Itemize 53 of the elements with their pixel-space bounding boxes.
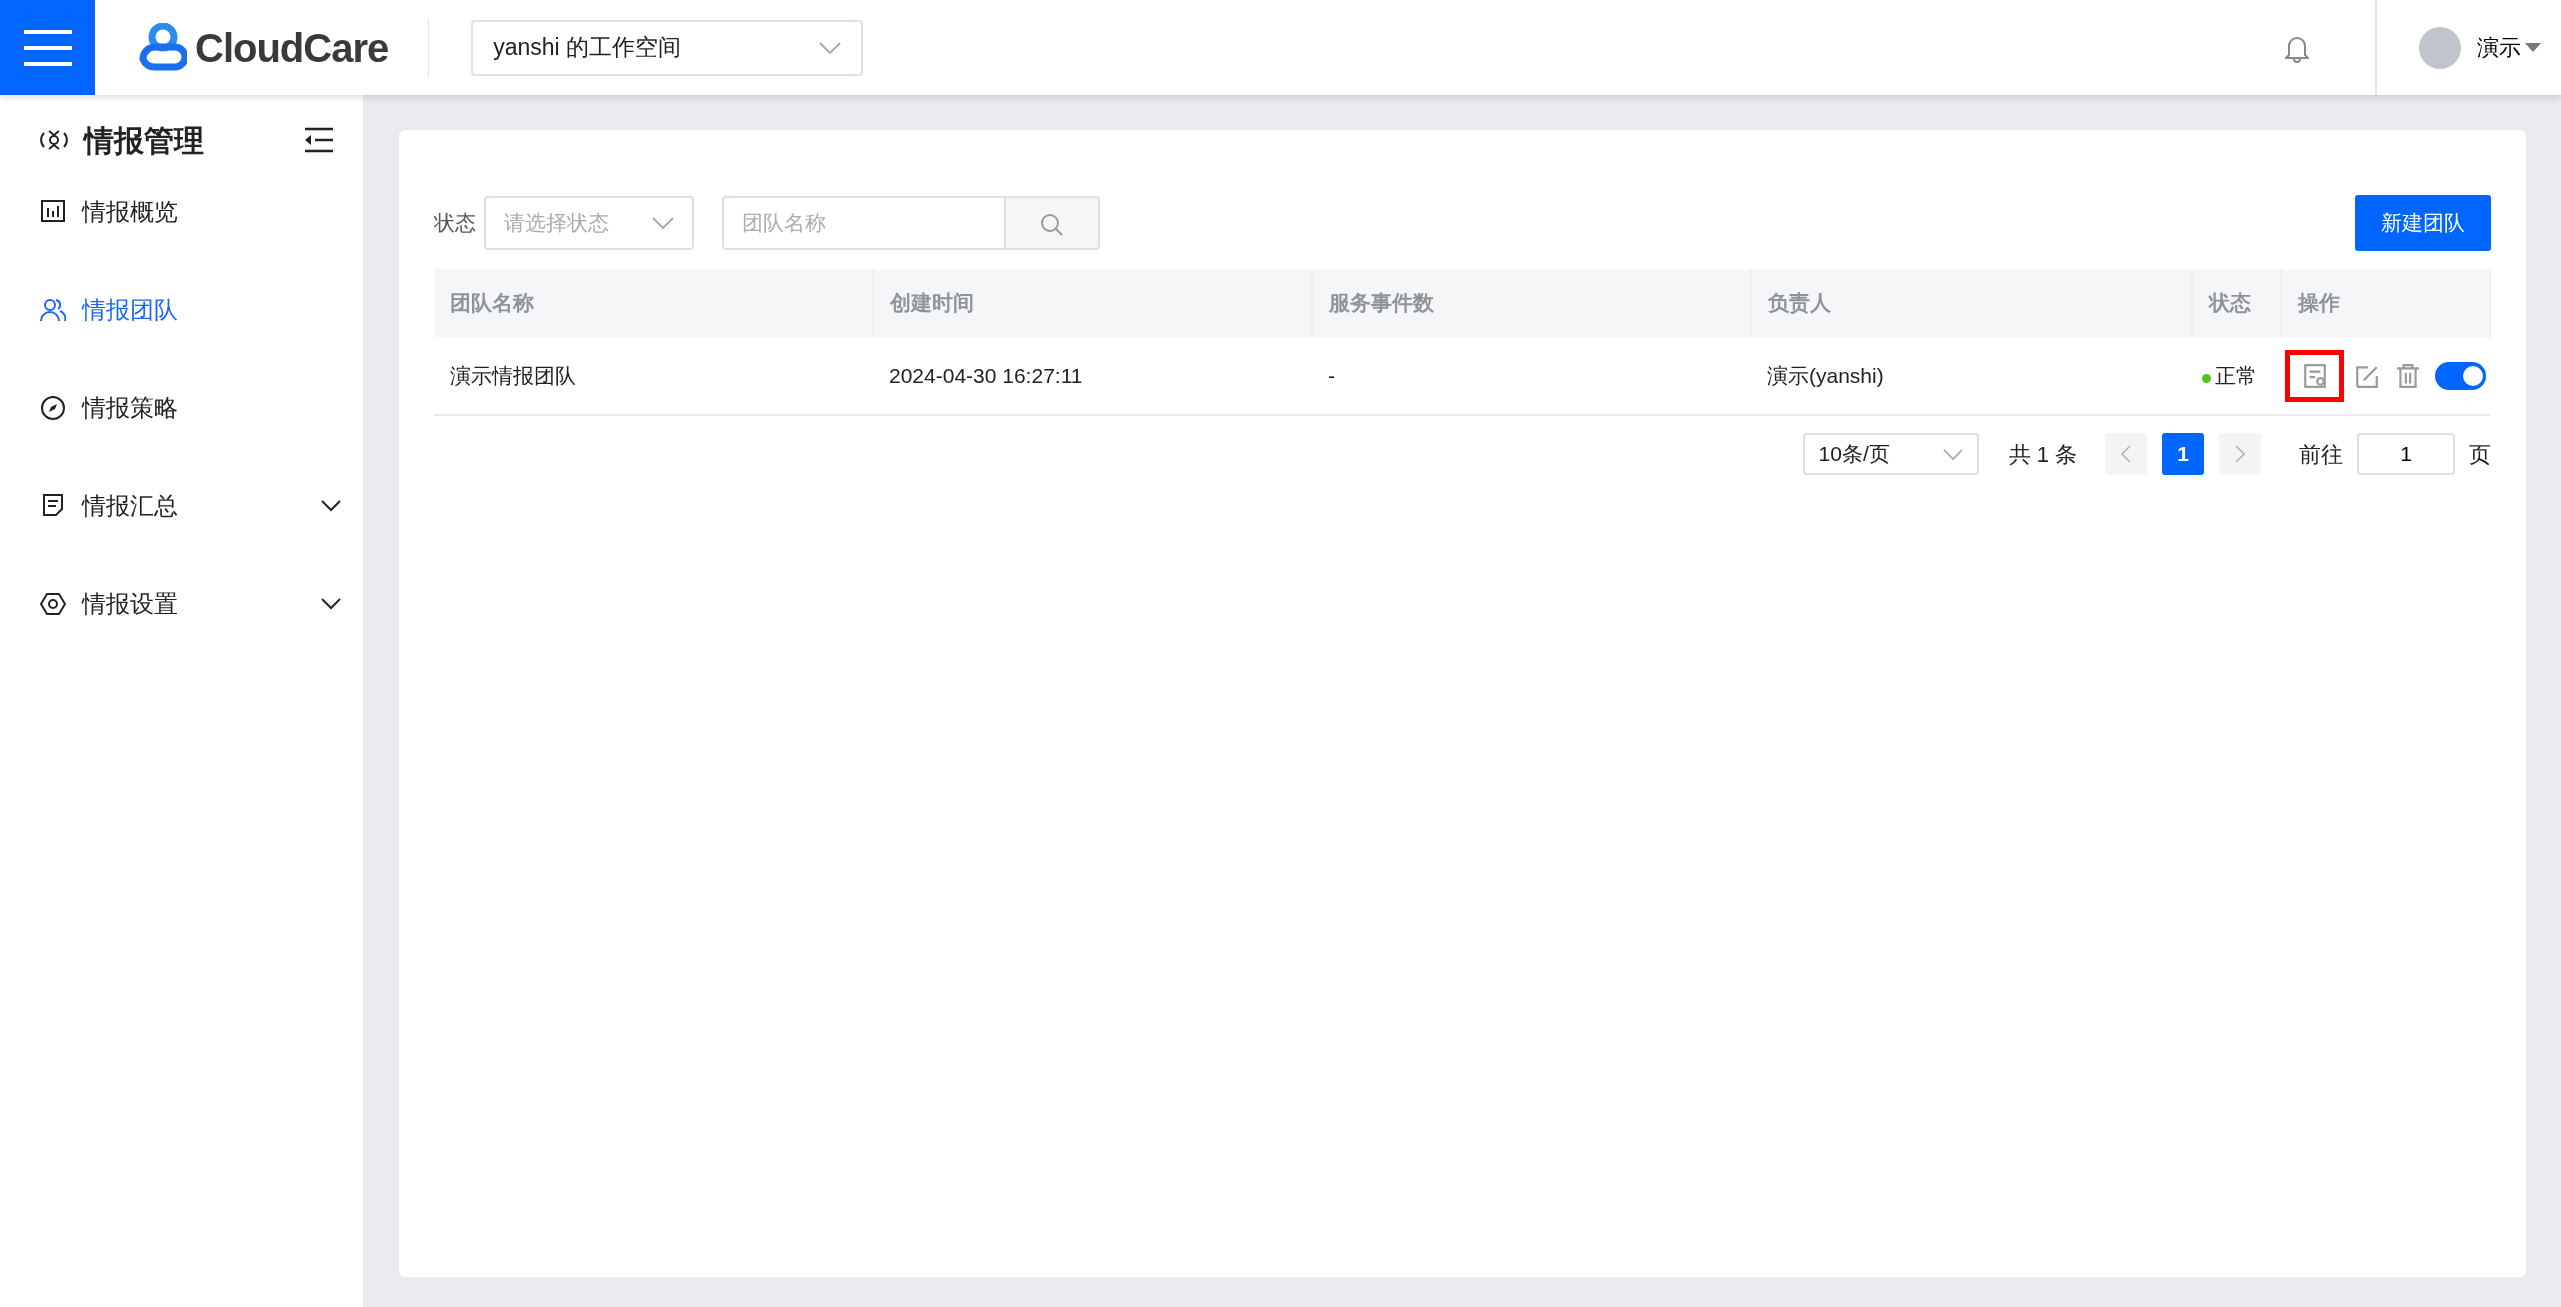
- search-button[interactable]: [1004, 196, 1100, 250]
- collapse-sidebar-icon[interactable]: [303, 127, 333, 153]
- search-field[interactable]: 团队名称: [722, 196, 1004, 250]
- goto-label: 前往: [2299, 440, 2343, 469]
- column-header: 团队名称: [434, 269, 873, 337]
- new-team-button[interactable]: 新建团队: [2355, 195, 2491, 251]
- trash-icon: [2395, 362, 2422, 389]
- chevron-down-icon: [819, 41, 842, 54]
- workspace-dropdown[interactable]: yanshi 的工作空间: [471, 19, 864, 76]
- view-icon: [2301, 362, 2328, 389]
- hexagon-icon: [40, 591, 66, 617]
- chevron-left-icon: [2121, 445, 2131, 463]
- column-header: 服务事件数: [1312, 269, 1751, 337]
- column-header: 负责人: [1751, 269, 2192, 337]
- status-text: 正常: [2215, 363, 2257, 387]
- avatar[interactable]: [2419, 26, 2461, 69]
- table-cell: 演示情报团队: [434, 337, 873, 415]
- table-cell: 2024-04-30 16:27:11: [873, 337, 1312, 415]
- table-cell: -: [1312, 337, 1751, 415]
- search-icon: [1040, 212, 1064, 237]
- page-unit: 页: [2469, 440, 2491, 469]
- page-input[interactable]: 1: [2357, 433, 2455, 475]
- bell-icon: [2285, 35, 2309, 64]
- filter-label: 状态: [434, 210, 476, 237]
- column-header: 创建时间: [873, 269, 1312, 337]
- compass-icon: [40, 395, 66, 421]
- view-button[interactable]: [2285, 349, 2345, 402]
- sidebar-item[interactable]: 情报汇总: [0, 457, 363, 555]
- sidebar-item[interactable]: 情报策略: [0, 359, 363, 457]
- chevron-down-icon: [1942, 448, 1963, 460]
- chart-icon: [40, 199, 66, 225]
- sidebar-item[interactable]: 情报设置: [0, 555, 363, 653]
- previous-page-button[interactable]: [2105, 433, 2147, 475]
- page-button[interactable]: 1: [2162, 433, 2204, 475]
- menu-icon: [23, 27, 72, 68]
- menu-button[interactable]: [0, 0, 95, 95]
- chevron-down-icon: [652, 217, 674, 229]
- total-count: 共 1 条: [2008, 440, 2077, 469]
- sidebar-item[interactable]: 情报团队: [0, 261, 363, 359]
- toggle-switch[interactable]: [2434, 361, 2486, 390]
- brand-name: CloudCare: [195, 24, 389, 72]
- column-header: 状态: [2192, 269, 2281, 337]
- sidebar-title: 情报管理: [84, 122, 204, 159]
- table-cell: 演示(yanshi): [1751, 337, 2192, 415]
- people-icon: [40, 297, 66, 323]
- next-page-button[interactable]: [2219, 433, 2261, 475]
- page-size-select[interactable]: 10条/页: [1802, 433, 1979, 475]
- column-header: 操作: [2281, 269, 2490, 337]
- chevron-right-icon: [2235, 445, 2245, 463]
- user-menu[interactable]: 演示: [2477, 31, 2541, 64]
- caret-down-icon: [2525, 42, 2541, 53]
- sidebar-item[interactable]: 情报概览: [0, 163, 363, 261]
- note-icon: [40, 493, 66, 519]
